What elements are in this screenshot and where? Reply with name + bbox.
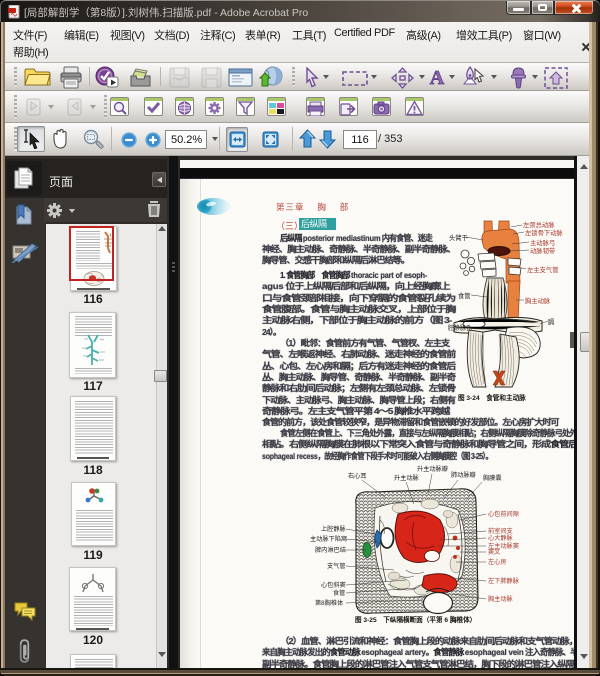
svg-text:左锁骨下动脉: 左锁骨下动脉 [525, 228, 563, 237]
svg-text:支气管: 支气管 [327, 562, 346, 570]
svg-text:腔静脉孔: 腔静脉孔 [448, 324, 472, 332]
svg-text:上腔静脉: 上腔静脉 [321, 525, 347, 533]
svg-text:胸主动脉: 胸主动脉 [488, 595, 514, 603]
svg-text:头臂干: 头臂干 [449, 233, 468, 242]
svg-text:膈: 膈 [548, 318, 554, 326]
svg-text:右心耳: 右心耳 [348, 472, 367, 480]
svg-text:左心房: 左心房 [488, 558, 507, 566]
svg-text:前室间支: 前室间支 [488, 527, 513, 535]
svg-text:左下肺静脉: 左下肺静脉 [488, 577, 520, 585]
svg-text:食管: 食管 [333, 589, 345, 597]
svg-text:心大静脉: 心大静脉 [488, 534, 514, 542]
svg-text:升主动脉: 升主动脉 [394, 474, 420, 482]
svg-text:图 3-25 下纵隔横断面（平第 6 胸椎体）: 图 3-25 下纵隔横断面（平第 6 胸椎体） [355, 615, 476, 624]
svg-text:主动脉下陷窝: 主动脉下陷窝 [310, 535, 347, 543]
svg-text:胸膜囊: 胸膜囊 [483, 474, 502, 482]
svg-text:脾内淋巴结: 脾内淋巴结 [315, 546, 346, 554]
svg-text:胸主动脉: 胸主动脉 [525, 296, 551, 305]
svg-text:食管: 食管 [458, 291, 471, 300]
svg-text:A: A [430, 67, 445, 88]
svg-text:肺动脉瓣: 肺动脉瓣 [451, 471, 476, 479]
svg-text:窦叉: 窦叉 [488, 548, 500, 556]
svg-text:左主支气管: 左主支气管 [527, 265, 558, 274]
svg-text:心包前间隙: 心包前间隙 [488, 510, 519, 518]
svg-text:升主动脉瓣: 升主动脉瓣 [417, 465, 448, 473]
svg-text:第8胸椎体: 第8胸椎体 [315, 599, 344, 607]
svg-text:心包斜窦: 心包斜窦 [321, 581, 346, 589]
svg-text:图 3-24 食管和主动脉: 图 3-24 食管和主动脉 [458, 393, 526, 402]
svg-text:左颈总动脉: 左颈总动脉 [523, 220, 555, 229]
svg-text:主动脉弓: 主动脉弓 [530, 238, 555, 247]
svg-text:动脉韧带: 动脉韧带 [530, 246, 555, 255]
